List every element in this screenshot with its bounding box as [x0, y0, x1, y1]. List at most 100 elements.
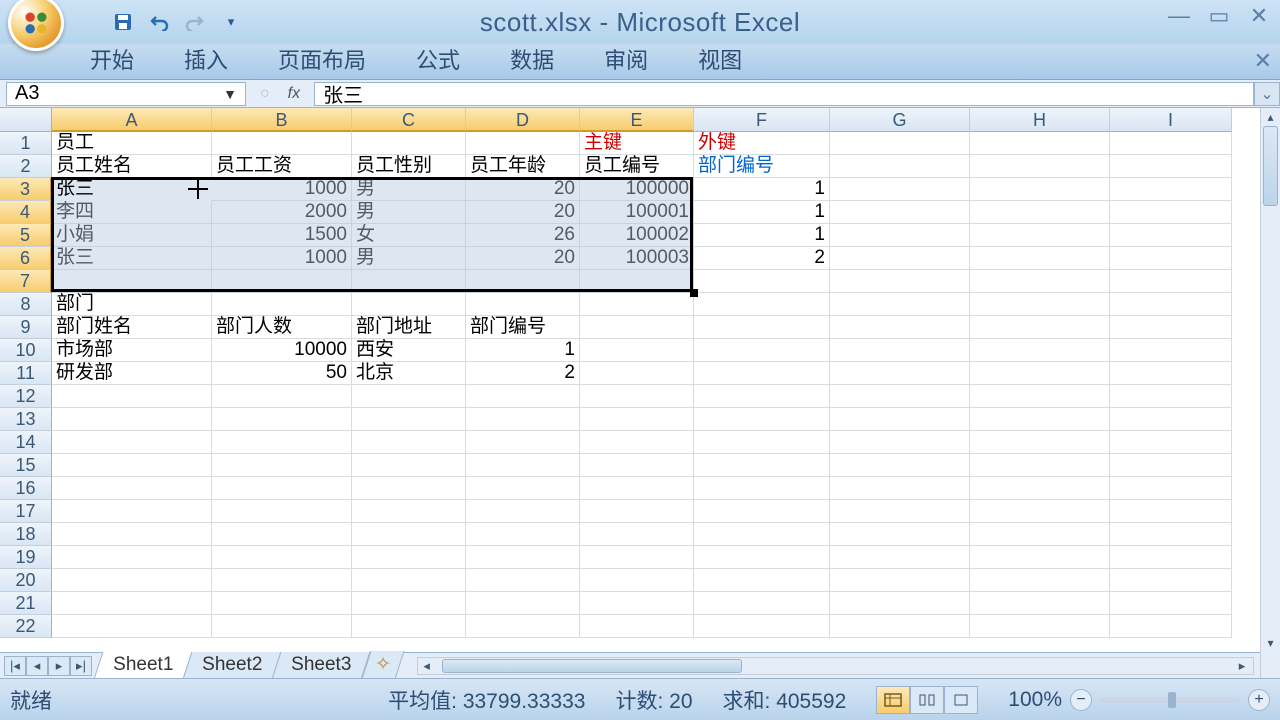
- cell-C20[interactable]: [352, 569, 466, 592]
- cell-G8[interactable]: [830, 293, 970, 316]
- cell-G20[interactable]: [830, 569, 970, 592]
- cell-E10[interactable]: [580, 339, 694, 362]
- vscroll-thumb[interactable]: [1263, 126, 1278, 206]
- horizontal-scrollbar[interactable]: ◂ ▸: [417, 657, 1254, 675]
- cell-I6[interactable]: [1110, 247, 1232, 270]
- cell-D5[interactable]: 26: [466, 224, 580, 247]
- cell-I17[interactable]: [1110, 500, 1232, 523]
- cell-G2[interactable]: [830, 155, 970, 178]
- cell-F22[interactable]: [694, 615, 830, 638]
- cell-E11[interactable]: [580, 362, 694, 385]
- cell-C2[interactable]: 员工性别: [352, 155, 466, 178]
- cell-E5[interactable]: 100002: [580, 224, 694, 247]
- cell-G9[interactable]: [830, 316, 970, 339]
- cell-E13[interactable]: [580, 408, 694, 431]
- cell-C14[interactable]: [352, 431, 466, 454]
- view-page-layout-button[interactable]: [910, 686, 944, 714]
- sheet-tab-sheet1[interactable]: Sheet1: [94, 652, 193, 679]
- cell-C1[interactable]: [352, 132, 466, 155]
- cell-C16[interactable]: [352, 477, 466, 500]
- cell-B5[interactable]: 1500: [212, 224, 352, 247]
- cell-H7[interactable]: [970, 270, 1110, 293]
- cell-D16[interactable]: [466, 477, 580, 500]
- cell-D3[interactable]: 20: [466, 178, 580, 201]
- cell-D6[interactable]: 20: [466, 247, 580, 270]
- column-header-I[interactable]: I: [1110, 108, 1232, 132]
- cell-H6[interactable]: [970, 247, 1110, 270]
- cell-C5[interactable]: 女: [352, 224, 466, 247]
- cell-B11[interactable]: 50: [212, 362, 352, 385]
- hscroll-thumb[interactable]: [442, 659, 742, 673]
- cell-F12[interactable]: [694, 385, 830, 408]
- formula-bar-expand-icon[interactable]: ⌄: [1254, 82, 1280, 106]
- cell-D17[interactable]: [466, 500, 580, 523]
- cell-I16[interactable]: [1110, 477, 1232, 500]
- cell-B12[interactable]: [212, 385, 352, 408]
- cell-A6[interactable]: 张三: [52, 247, 212, 270]
- cell-D22[interactable]: [466, 615, 580, 638]
- cell-A18[interactable]: [52, 523, 212, 546]
- vscroll-up-icon[interactable]: ▴: [1261, 108, 1280, 126]
- cell-H12[interactable]: [970, 385, 1110, 408]
- cell-E3[interactable]: 100000: [580, 178, 694, 201]
- cell-D8[interactable]: [466, 293, 580, 316]
- row-header-17[interactable]: 17: [0, 500, 52, 523]
- cell-A20[interactable]: [52, 569, 212, 592]
- cell-A19[interactable]: [52, 546, 212, 569]
- cell-I7[interactable]: [1110, 270, 1232, 293]
- cell-H3[interactable]: [970, 178, 1110, 201]
- cell-B7[interactable]: [212, 270, 352, 293]
- cell-H11[interactable]: [970, 362, 1110, 385]
- cell-I3[interactable]: [1110, 178, 1232, 201]
- cell-G11[interactable]: [830, 362, 970, 385]
- cell-G19[interactable]: [830, 546, 970, 569]
- cell-F16[interactable]: [694, 477, 830, 500]
- cell-F9[interactable]: [694, 316, 830, 339]
- cell-C6[interactable]: 男: [352, 247, 466, 270]
- cell-B8[interactable]: [212, 293, 352, 316]
- cell-G3[interactable]: [830, 178, 970, 201]
- cell-E6[interactable]: 100003: [580, 247, 694, 270]
- cell-B4[interactable]: 2000: [212, 201, 352, 224]
- cell-G13[interactable]: [830, 408, 970, 431]
- cell-A11[interactable]: 研发部: [52, 362, 212, 385]
- cell-E16[interactable]: [580, 477, 694, 500]
- cell-A13[interactable]: [52, 408, 212, 431]
- row-header-12[interactable]: 12: [0, 385, 52, 408]
- cell-F8[interactable]: [694, 293, 830, 316]
- ribbon-tab-formula[interactable]: 公式: [410, 39, 466, 79]
- cell-H14[interactable]: [970, 431, 1110, 454]
- cell-G14[interactable]: [830, 431, 970, 454]
- cell-C8[interactable]: [352, 293, 466, 316]
- cell-H18[interactable]: [970, 523, 1110, 546]
- column-header-D[interactable]: D: [466, 108, 580, 132]
- cell-I21[interactable]: [1110, 592, 1232, 615]
- cell-D14[interactable]: [466, 431, 580, 454]
- cell-G5[interactable]: [830, 224, 970, 247]
- cell-F21[interactable]: [694, 592, 830, 615]
- row-header-19[interactable]: 19: [0, 546, 52, 569]
- cell-E21[interactable]: [580, 592, 694, 615]
- cell-F14[interactable]: [694, 431, 830, 454]
- cell-H9[interactable]: [970, 316, 1110, 339]
- cell-H4[interactable]: [970, 201, 1110, 224]
- cell-F19[interactable]: [694, 546, 830, 569]
- row-header-14[interactable]: 14: [0, 431, 52, 454]
- hscroll-right-icon[interactable]: ▸: [1233, 658, 1251, 674]
- ribbon-close-icon[interactable]: ✕: [1254, 48, 1272, 74]
- row-header-6[interactable]: 6: [0, 247, 52, 270]
- ribbon-tab-home[interactable]: 开始: [84, 39, 140, 79]
- cell-F2[interactable]: 部门编号: [694, 155, 830, 178]
- view-page-break-button[interactable]: [944, 686, 978, 714]
- ribbon-tab-layout[interactable]: 页面布局: [272, 39, 372, 79]
- cell-I18[interactable]: [1110, 523, 1232, 546]
- cell-A12[interactable]: [52, 385, 212, 408]
- zoom-in-button[interactable]: +: [1248, 689, 1270, 711]
- qat-customize-icon[interactable]: ▾: [220, 11, 242, 33]
- cell-A1[interactable]: 员工: [52, 132, 212, 155]
- row-header-20[interactable]: 20: [0, 569, 52, 592]
- cell-A10[interactable]: 市场部: [52, 339, 212, 362]
- cell-G22[interactable]: [830, 615, 970, 638]
- cell-F17[interactable]: [694, 500, 830, 523]
- cell-E20[interactable]: [580, 569, 694, 592]
